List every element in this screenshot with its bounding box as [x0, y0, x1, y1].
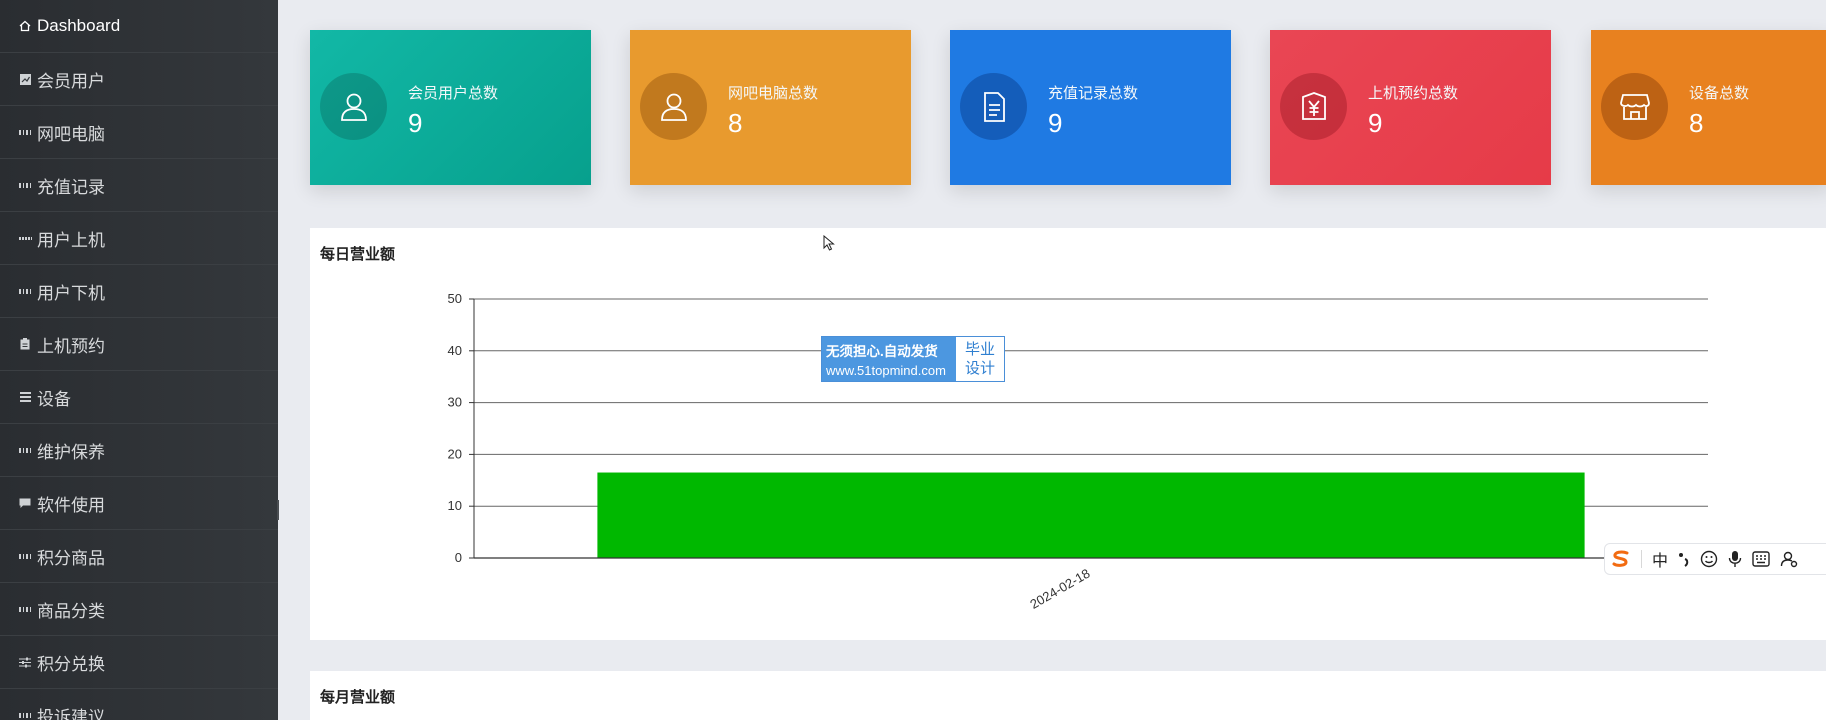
y-tick-label: 40	[448, 343, 462, 358]
watermark-right2: 设计	[964, 360, 995, 377]
watermark-line2: www.51topmind.com	[826, 363, 946, 378]
watermark-right1: 毕业	[964, 341, 995, 358]
ime-mode-toggle[interactable]: 中	[1652, 547, 1668, 571]
bar-2024-02-18[interactable]	[597, 472, 1585, 558]
x-tick-label: 2024-02-18	[1027, 566, 1092, 612]
punctuation-icon[interactable]	[1678, 551, 1690, 567]
keyboard-icon[interactable]	[1752, 551, 1770, 567]
watermark-right: 毕业 设计	[956, 337, 1004, 381]
y-tick-label: 30	[448, 395, 462, 410]
watermark-left: 无须担心.自动发货 www.51topmind.com	[822, 337, 956, 381]
y-tick-label: 10	[448, 498, 462, 513]
y-tick-label: 50	[448, 291, 462, 306]
y-tick-label: 0	[455, 550, 462, 565]
panel-title: 每月营业额	[320, 689, 396, 706]
user-settings-icon[interactable]	[1780, 550, 1798, 568]
watermark-line1: 无须担心.自动发货	[826, 344, 938, 359]
monthly-revenue-panel: 每月营业额	[310, 671, 1826, 720]
microphone-icon[interactable]	[1728, 550, 1742, 568]
emoji-icon[interactable]	[1700, 550, 1718, 568]
chart-bars	[597, 472, 1585, 558]
y-tick-label: 20	[448, 446, 462, 461]
sogou-logo-icon[interactable]	[1611, 550, 1631, 568]
ime-separator	[1641, 550, 1642, 568]
ime-toolbar: 中	[1604, 543, 1826, 575]
mouse-cursor-icon	[823, 235, 835, 251]
watermark-badge: 无须担心.自动发货 www.51topmind.com 毕业 设计	[821, 336, 1005, 382]
